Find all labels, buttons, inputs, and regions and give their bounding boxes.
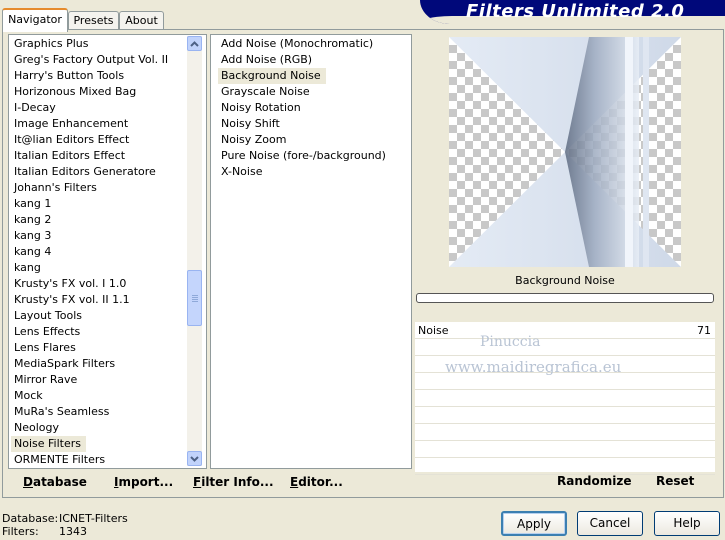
parameter-row <box>415 458 715 475</box>
filter-item[interactable]: Noisy Shift <box>218 116 408 132</box>
app-title: Filters Unlimited 2.0 <box>466 1 685 22</box>
category-item[interactable]: Image Enhancement <box>11 116 186 132</box>
category-item[interactable]: Lens Flares <box>11 340 186 356</box>
category-item[interactable]: Mock <box>11 388 186 404</box>
chevron-down-icon <box>190 455 199 462</box>
randomize-button[interactable]: Randomize <box>557 474 631 488</box>
filter-item[interactable]: Noisy Zoom <box>218 132 408 148</box>
scroll-thumb[interactable] <box>187 270 202 326</box>
filter-item[interactable]: Grayscale Noise <box>218 84 408 100</box>
filter-list: Add Noise (Monochromatic) Add Noise (RGB)… <box>218 36 408 466</box>
parameter-row <box>415 339 715 356</box>
apply-button[interactable]: Apply <box>501 511 567 536</box>
category-item[interactable]: kang <box>11 260 186 276</box>
parameter-list: Noise 71 <box>415 322 715 475</box>
category-item[interactable]: Harry's Button Tools <box>11 68 186 84</box>
tab-presets[interactable]: Presets <box>68 11 119 30</box>
title-banner: Filters Unlimited 2.0 <box>420 0 725 24</box>
filter-item[interactable]: Noisy Rotation <box>218 100 408 116</box>
category-item[interactable]: Italian Editors Effect <box>11 148 186 164</box>
category-item[interactable]: Neology <box>11 420 186 436</box>
category-scrollbar[interactable] <box>187 36 202 466</box>
category-item[interactable]: MuRa's Seamless <box>11 404 186 420</box>
preview-image <box>449 37 681 267</box>
parameter-name: Noise <box>418 324 449 337</box>
category-item[interactable]: Italian Editors Generatore <box>11 164 186 180</box>
filter-item[interactable]: Add Noise (Monochromatic) <box>218 36 408 52</box>
category-item[interactable]: kang 2 <box>11 212 186 228</box>
import-button[interactable]: Import... <box>114 475 173 489</box>
editor-button[interactable]: Editor... <box>290 475 343 489</box>
filters-label: Filters: <box>2 525 39 538</box>
category-item[interactable]: kang 1 <box>11 196 186 212</box>
filter-item[interactable]: Background Noise <box>218 68 326 84</box>
watermark-url: www.maidiregrafica.eu <box>445 358 622 376</box>
category-item[interactable]: Graphics Plus <box>11 36 186 52</box>
category-item[interactable]: It@lian Editors Effect <box>11 132 186 148</box>
category-item[interactable]: Lens Effects <box>11 324 186 340</box>
filter-info-button[interactable]: Filter Info... <box>193 475 274 489</box>
category-item[interactable]: Johann's Filters <box>11 180 186 196</box>
reset-button[interactable]: Reset <box>656 474 694 488</box>
filters-value: 1343 <box>59 525 87 538</box>
category-item[interactable]: Horizonous Mixed Bag <box>11 84 186 100</box>
chevron-up-icon <box>190 40 199 47</box>
status-database: Database: ICNET-Filters <box>2 512 128 525</box>
filter-item[interactable]: Pure Noise (fore-/background) <box>218 148 408 164</box>
parameter-row <box>415 441 715 458</box>
filter-item[interactable]: X-Noise <box>218 164 408 180</box>
category-item[interactable]: kang 3 <box>11 228 186 244</box>
database-value: ICNET-Filters <box>59 512 128 525</box>
cancel-button[interactable]: Cancel <box>577 511 643 536</box>
category-item[interactable]: I-Decay <box>11 100 186 116</box>
category-item[interactable]: MediaSpark Filters <box>11 356 186 372</box>
parameter-row <box>415 390 715 407</box>
category-item[interactable]: Mirror Rave <box>11 372 186 388</box>
category-item[interactable]: Krusty's FX vol. II 1.1 <box>11 292 186 308</box>
parameter-value[interactable]: 71 <box>697 324 711 337</box>
category-item[interactable]: Krusty's FX vol. I 1.0 <box>11 276 186 292</box>
category-item[interactable]: ORMENTE Filters <box>11 452 186 466</box>
status-filters: Filters: 1343 <box>2 525 87 538</box>
parameter-row-noise[interactable]: Noise 71 <box>415 322 715 339</box>
category-list: Graphics Plus Greg's Factory Output Vol. … <box>11 36 186 466</box>
category-item[interactable]: Layout Tools <box>11 308 186 324</box>
parameter-row <box>415 424 715 441</box>
preview-filter-name: Background Noise <box>416 270 714 292</box>
tab-about[interactable]: About <box>119 11 164 30</box>
filter-item[interactable]: Add Noise (RGB) <box>218 52 408 68</box>
category-item[interactable]: Greg's Factory Output Vol. II <box>11 52 186 68</box>
category-item[interactable]: Noise Filters <box>11 436 86 452</box>
parameter-row <box>415 407 715 424</box>
category-item[interactable]: kang 4 <box>11 244 186 260</box>
watermark-name: Pinuccia <box>480 334 541 350</box>
tab-navigator[interactable]: Navigator <box>2 8 68 32</box>
database-button[interactable]: Database <box>23 475 87 489</box>
scroll-up-button[interactable] <box>187 36 202 51</box>
progress-bar <box>416 293 714 303</box>
database-label: Database: <box>2 512 59 525</box>
help-button[interactable]: Help <box>654 511 720 536</box>
scroll-down-button[interactable] <box>187 451 202 466</box>
